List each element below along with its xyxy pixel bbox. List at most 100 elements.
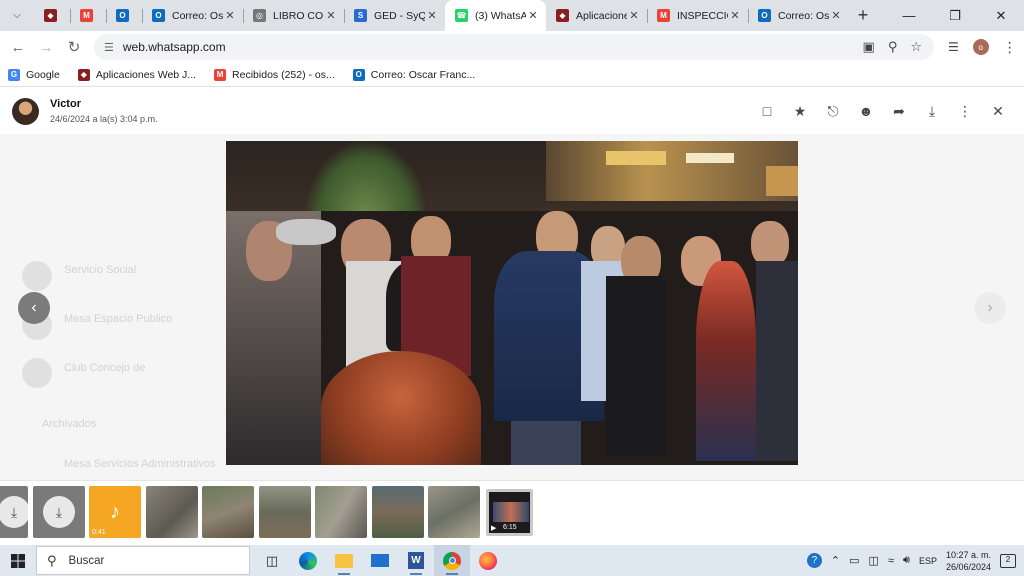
outlook-icon: O xyxy=(116,9,129,22)
thumbnail-item[interactable]: ⤓ xyxy=(0,486,28,538)
gmail-icon: M xyxy=(80,9,93,22)
media-control-icon[interactable]: ☰ xyxy=(948,40,959,54)
video-icon: ▶ xyxy=(491,525,497,532)
browser-tab[interactable]: O xyxy=(106,0,142,31)
globe-icon: ◎ xyxy=(253,9,266,22)
thumbnail-item[interactable]: ⤓ xyxy=(33,486,85,538)
show-hidden-icons-icon[interactable]: ⌃ xyxy=(831,554,840,567)
download-icon[interactable]: ⤓ xyxy=(924,103,940,120)
wifi-icon[interactable]: ≈ xyxy=(888,555,894,567)
close-tab-icon[interactable]: ✕ xyxy=(728,9,742,22)
bookmark-label: Recibidos (252) - os... xyxy=(232,68,335,81)
tab-title: Correo: Oscar xyxy=(172,9,223,22)
tab-title: INSPECCION xyxy=(677,9,728,22)
word-app[interactable]: W xyxy=(398,545,434,576)
notification-center-button[interactable]: 2 xyxy=(1000,553,1016,568)
thumbnail-item[interactable] xyxy=(202,486,254,538)
restore-button[interactable]: ❐ xyxy=(932,0,978,31)
close-icon[interactable]: ✕ xyxy=(990,103,1006,120)
edge-app[interactable] xyxy=(290,545,326,576)
menu-icon[interactable]: ⋮ xyxy=(1003,39,1017,56)
close-window-button[interactable]: ✕ xyxy=(978,0,1024,31)
site-info-icon[interactable]: ☰ xyxy=(104,41,114,54)
audio-duration: 0:41 xyxy=(92,529,106,536)
notification-count: 2 xyxy=(1005,554,1011,564)
forward-icon[interactable]: ➦ xyxy=(891,103,907,120)
thumbnail-item[interactable] xyxy=(315,486,367,538)
install-app-icon[interactable]: ▣ xyxy=(863,39,875,55)
minimize-button[interactable]: — xyxy=(886,0,932,31)
word-icon: W xyxy=(408,552,424,569)
address-bar[interactable]: ☰ web.whatsapp.com ▣ ⚲ ☆ xyxy=(94,34,934,60)
thumbnail-item[interactable] xyxy=(428,486,480,538)
new-tab-button[interactable]: + xyxy=(849,0,877,31)
search-placeholder: Buscar xyxy=(68,554,105,567)
profile-avatar[interactable]: o xyxy=(972,39,989,55)
chrome-app[interactable] xyxy=(434,545,470,576)
file-explorer-app[interactable] xyxy=(326,545,362,576)
bookmarks-bar: G Google ◆ Aplicaciones Web J... M Recibidos … xyxy=(0,63,1024,87)
browser-tab[interactable]: ◆ Aplicaciones✕ xyxy=(546,0,647,31)
media-photo[interactable] xyxy=(226,141,798,465)
more-icon[interactable]: ⋮ xyxy=(957,103,973,120)
tab-title: GED - SyQual xyxy=(374,9,425,22)
thumbnail-video-selected[interactable]: 6:15 ▶ xyxy=(486,489,533,536)
battery-icon[interactable]: ▭ xyxy=(849,554,859,567)
language-indicator[interactable]: ESP xyxy=(919,556,937,566)
help-icon[interactable]: ? xyxy=(806,553,822,568)
taskbar-search-box[interactable]: ⚲ Buscar xyxy=(36,546,250,575)
video-duration: 6:15 xyxy=(503,524,517,531)
browser-tab[interactable]: ◆ xyxy=(34,0,70,31)
pin-icon[interactable]: ⎋ xyxy=(825,103,841,120)
sender-avatar[interactable] xyxy=(12,97,39,125)
clock[interactable]: 10:27 a. m. 26/06/2024 xyxy=(946,549,991,573)
previous-media-button[interactable]: ‹ xyxy=(18,292,50,324)
chevron-down-icon: ⌵ xyxy=(13,10,21,21)
star-icon[interactable]: ★ xyxy=(792,103,808,120)
gmail-icon: M xyxy=(657,9,670,22)
chat-item: Servicio Social xyxy=(64,264,137,276)
browser-tab[interactable]: ☎ (3) WhatsApp✕ xyxy=(445,0,546,31)
thumbnail-item[interactable] xyxy=(146,486,198,538)
next-media-button[interactable]: › xyxy=(974,292,1006,324)
download-icon: ⤓ xyxy=(0,496,28,528)
browser-tab[interactable]: ◎ LIBRO CONSE✕ xyxy=(243,0,344,31)
close-tab-icon[interactable]: ✕ xyxy=(425,9,439,22)
message-timestamp: 24/6/2024 a la(s) 3:04 p.m. xyxy=(50,114,158,124)
reload-button[interactable]: ↻ xyxy=(60,38,88,56)
thumbnail-item[interactable] xyxy=(259,486,311,538)
close-tab-icon[interactable]: ✕ xyxy=(324,9,338,22)
browser-tab[interactable]: O Correo: Oscar✕ xyxy=(142,0,243,31)
reply-icon[interactable]: □ xyxy=(759,103,775,120)
browser-tab[interactable]: M INSPECCION✕ xyxy=(647,0,748,31)
volume-icon[interactable]: 🔊︎ xyxy=(903,554,910,567)
close-tab-icon[interactable]: ✕ xyxy=(627,9,641,22)
task-view-button[interactable]: ◫ xyxy=(254,545,290,576)
firefox-app[interactable] xyxy=(470,545,506,576)
close-tab-icon[interactable]: ✕ xyxy=(829,9,843,22)
mail-app[interactable] xyxy=(362,545,398,576)
bookmark-item[interactable]: ◆ Aplicaciones Web J... xyxy=(77,68,196,81)
zoom-icon[interactable]: ⚲ xyxy=(888,39,898,55)
clock-time: 10:27 a. m. xyxy=(945,549,991,560)
browser-tab[interactable]: O Correo: Oscar✕ xyxy=(748,0,849,31)
outlook-icon: O xyxy=(758,9,771,22)
emoji-icon[interactable]: ☻ xyxy=(858,103,874,120)
browser-tab[interactable]: M xyxy=(70,0,106,31)
forward-button[interactable]: → xyxy=(32,39,60,56)
bookmark-item[interactable]: G Google xyxy=(8,68,60,81)
thumbnail-audio[interactable]: ♪ 0:41 xyxy=(89,486,141,538)
close-tab-icon[interactable]: ✕ xyxy=(223,9,237,22)
start-button[interactable] xyxy=(0,553,36,568)
display-icon[interactable]: ◫ xyxy=(869,554,879,567)
folder-icon xyxy=(335,553,353,568)
bookmark-item[interactable]: O Correo: Oscar Franc... xyxy=(352,68,475,81)
thumbnail-item[interactable] xyxy=(372,486,424,538)
back-button[interactable]: ← xyxy=(4,39,32,56)
tab-search-button[interactable]: ⌵ xyxy=(0,0,34,31)
close-tab-icon[interactable]: ✕ xyxy=(526,9,540,22)
browser-tab[interactable]: S GED - SyQual✕ xyxy=(344,0,445,31)
bookmark-item[interactable]: M Recibidos (252) - os... xyxy=(214,68,335,81)
bookmark-star-icon[interactable]: ☆ xyxy=(910,39,922,55)
url-text: web.whatsapp.com xyxy=(122,40,226,54)
